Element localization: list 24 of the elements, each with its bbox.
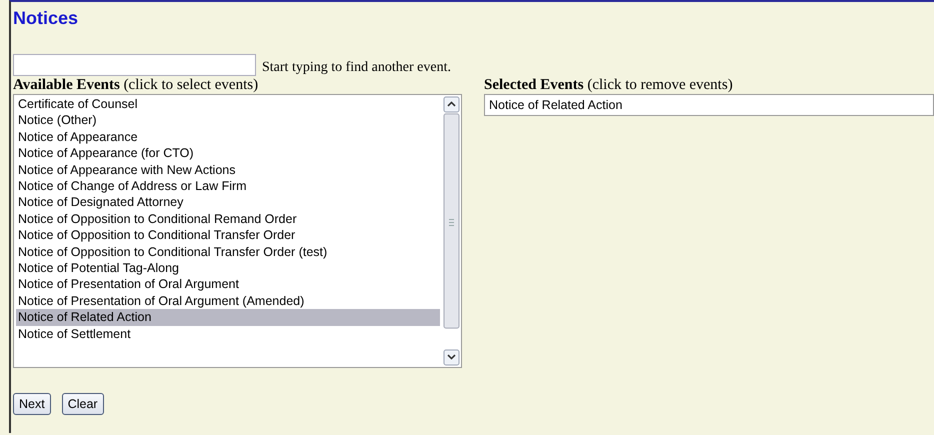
list-item[interactable]: Notice of Appearance with New Actions <box>16 162 440 178</box>
available-events-list[interactable] <box>13 94 462 368</box>
selected-events-heading: Selected Events (click to remove events) <box>484 77 733 94</box>
search-field[interactable] <box>13 54 256 76</box>
list-item[interactable]: Notice of Settlement <box>16 326 440 342</box>
list-item[interactable]: Notice (Other) <box>16 112 440 129</box>
list-item[interactable]: Notice of Potential Tag-Along <box>16 260 440 276</box>
list-item[interactable]: Notice of Appearance (for CTO) <box>16 145 440 162</box>
search-hint: Start typing to find another event. <box>262 60 451 76</box>
list-item[interactable]: Notice of Opposition to Conditional Transfer Order <box>16 227 440 244</box>
list-item[interactable]: Notice of Opposition to Conditional Remand Order <box>16 210 440 228</box>
page-title: Notices <box>13 7 78 30</box>
list-item[interactable]: Notice of Presentation of Oral Argument <box>16 276 440 293</box>
available-events-heading: Available Events (click to select events) <box>13 77 258 94</box>
list-item[interactable]: Notice of Designated Attorney <box>16 194 440 211</box>
list-item[interactable]: Notice of Related Action <box>16 309 440 326</box>
list-item[interactable]: Certificate of Counsel <box>16 96 440 112</box>
list-item[interactable]: Notice of Opposition to Conditional Transfer Order (test) <box>16 244 440 260</box>
list-item[interactable]: Notice of Change of Address or Law Firm <box>16 178 440 194</box>
list-item[interactable]: Notice of Presentation of Oral Argument (Amended) <box>16 292 440 310</box>
scrollbar[interactable] <box>442 95 461 367</box>
list-item[interactable]: Notice of Appearance <box>16 128 440 146</box>
action-button[interactable]: Next <box>13 393 51 415</box>
action-button[interactable]: Clear <box>62 393 104 415</box>
